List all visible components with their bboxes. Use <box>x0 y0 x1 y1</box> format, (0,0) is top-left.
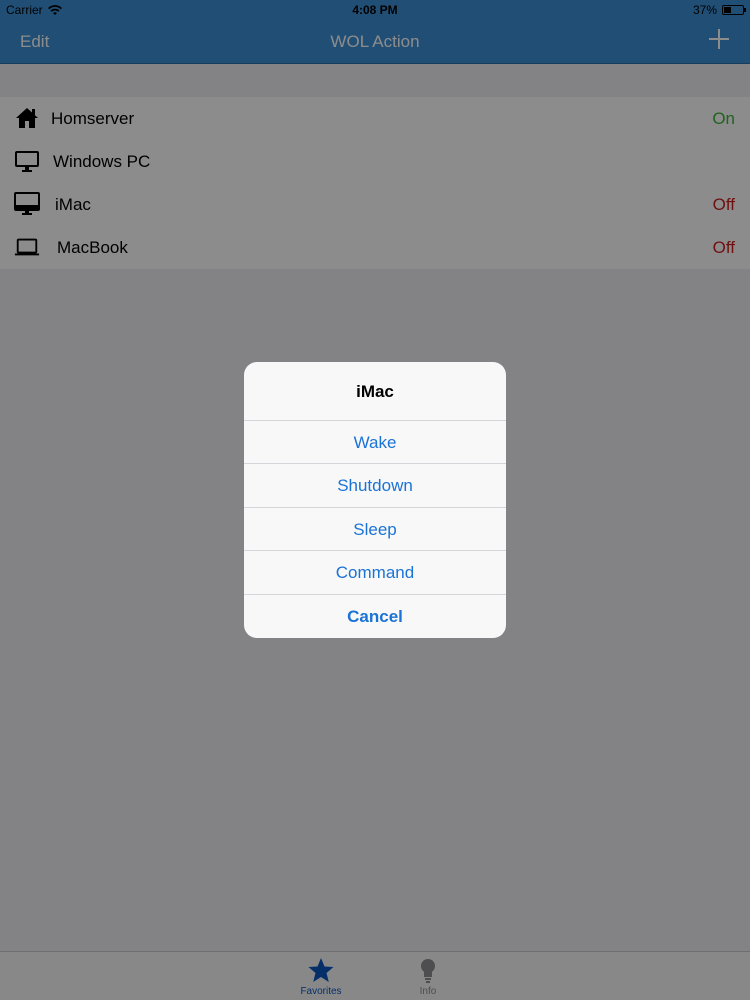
cancel-button[interactable]: Cancel <box>244 595 506 638</box>
wake-button[interactable]: Wake <box>244 421 506 465</box>
sleep-button[interactable]: Sleep <box>244 508 506 552</box>
screen: Carrier 4:08 PM 37% Edit WOL Action Homs… <box>0 0 750 1000</box>
alert-title: iMac <box>244 362 506 421</box>
action-alert: iMac Wake Shutdown Sleep Command Cancel <box>244 362 506 638</box>
shutdown-button[interactable]: Shutdown <box>244 464 506 508</box>
command-button[interactable]: Command <box>244 551 506 595</box>
